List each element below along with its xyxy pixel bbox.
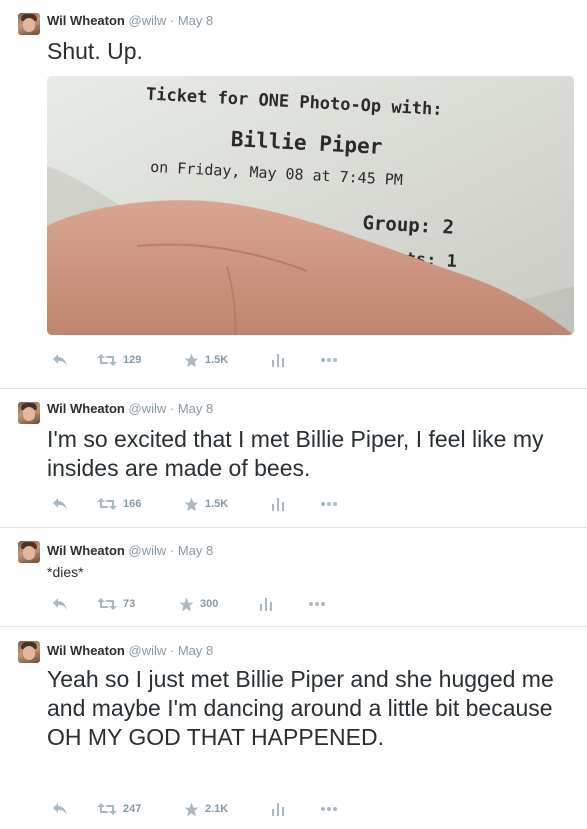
separator: · bbox=[169, 543, 175, 558]
star-icon bbox=[184, 802, 199, 816]
author-name[interactable]: Wil Wheaton bbox=[47, 401, 125, 416]
favorite-button[interactable]: 1.5K bbox=[184, 496, 228, 512]
author-handle[interactable]: @wilw bbox=[129, 401, 167, 416]
avatar[interactable] bbox=[18, 402, 40, 424]
more-button[interactable] bbox=[320, 496, 338, 512]
retweet-count: 73 bbox=[123, 598, 136, 610]
tweet-text: Yeah so I just met Billie Piper and she … bbox=[47, 666, 554, 750]
favorite-count: 1.5K bbox=[205, 498, 229, 510]
tweet-text: Shut. Up. bbox=[47, 38, 143, 64]
star-icon bbox=[179, 597, 194, 611]
more-icon bbox=[309, 602, 325, 606]
reply-icon bbox=[53, 803, 67, 815]
reply-icon bbox=[53, 598, 67, 610]
author-handle[interactable]: @wilw bbox=[129, 13, 167, 28]
tweet: Wil Wheaton @wilw · May 8 Shut. Up. Tick… bbox=[0, 0, 587, 389]
tweet-text: *dies* bbox=[47, 564, 84, 580]
ticket-photo: Ticket for ONE Photo-Op with: Billie Pip… bbox=[47, 76, 574, 335]
avatar[interactable] bbox=[18, 541, 40, 563]
tweet: Wil Wheaton @wilw · May 8 Yeah so I just… bbox=[0, 627, 587, 829]
author-name[interactable]: Wil Wheaton bbox=[47, 543, 125, 558]
retweet-count: 129 bbox=[123, 354, 142, 366]
timestamp[interactable]: May 8 bbox=[178, 401, 213, 416]
analytics-button[interactable] bbox=[272, 496, 284, 512]
timestamp[interactable]: May 8 bbox=[178, 543, 213, 558]
author-handle[interactable]: @wilw bbox=[129, 543, 167, 558]
separator: · bbox=[169, 643, 175, 658]
avatar[interactable] bbox=[18, 641, 40, 663]
favorite-button[interactable]: 2.1K bbox=[184, 801, 228, 817]
reply-button[interactable] bbox=[52, 496, 68, 512]
more-icon bbox=[321, 807, 337, 811]
analytics-icon bbox=[272, 353, 284, 367]
analytics-icon bbox=[260, 597, 272, 611]
reply-icon bbox=[53, 498, 67, 510]
author-name[interactable]: Wil Wheaton bbox=[47, 643, 125, 658]
star-icon bbox=[184, 497, 199, 511]
retweet-icon bbox=[97, 803, 117, 815]
separator: · bbox=[169, 13, 175, 28]
analytics-button[interactable] bbox=[272, 352, 284, 368]
retweet-button[interactable]: 247 bbox=[97, 801, 141, 817]
timestamp[interactable]: May 8 bbox=[178, 13, 213, 28]
analytics-icon bbox=[272, 497, 284, 511]
more-button[interactable] bbox=[320, 801, 338, 817]
analytics-button[interactable] bbox=[272, 801, 284, 817]
retweet-icon bbox=[97, 354, 117, 366]
reply-icon bbox=[53, 354, 67, 366]
favorite-count: 1.5K bbox=[205, 354, 229, 366]
tweet-text: I'm so excited that I met Billie Piper, … bbox=[47, 426, 544, 481]
reply-button[interactable] bbox=[52, 352, 68, 368]
timestamp[interactable]: May 8 bbox=[178, 643, 213, 658]
avatar[interactable] bbox=[18, 13, 40, 35]
retweet-count: 166 bbox=[123, 498, 142, 510]
retweet-button[interactable]: 73 bbox=[97, 596, 135, 612]
reply-button[interactable] bbox=[52, 596, 68, 612]
author-handle[interactable]: @wilw bbox=[129, 643, 167, 658]
retweet-icon bbox=[97, 498, 117, 510]
more-button[interactable] bbox=[320, 352, 338, 368]
separator: · bbox=[169, 401, 175, 416]
more-button[interactable] bbox=[308, 596, 326, 612]
retweet-button[interactable]: 166 bbox=[97, 496, 141, 512]
tweet: Wil Wheaton @wilw · May 8 I'm so excited… bbox=[0, 389, 587, 528]
tweet-header: Wil Wheaton @wilw · May 8 bbox=[47, 13, 213, 29]
reply-button[interactable] bbox=[52, 801, 68, 817]
retweet-button[interactable]: 129 bbox=[97, 352, 141, 368]
more-icon bbox=[321, 358, 337, 362]
tweet-photo[interactable]: Ticket for ONE Photo-Op with: Billie Pip… bbox=[47, 76, 574, 335]
author-name[interactable]: Wil Wheaton bbox=[47, 13, 125, 28]
favorite-count: 300 bbox=[200, 598, 219, 610]
more-icon bbox=[321, 502, 337, 506]
tweet: Wil Wheaton @wilw · May 8 *dies* 73 300 bbox=[0, 528, 587, 627]
analytics-button[interactable] bbox=[260, 596, 272, 612]
retweet-icon bbox=[97, 598, 117, 610]
favorite-button[interactable]: 300 bbox=[179, 596, 218, 612]
retweet-count: 247 bbox=[123, 803, 142, 815]
favorite-count: 2.1K bbox=[205, 803, 229, 815]
tweet-header: Wil Wheaton @wilw · May 8 bbox=[47, 543, 213, 559]
tweet-header: Wil Wheaton @wilw · May 8 bbox=[47, 401, 213, 417]
analytics-icon bbox=[272, 802, 284, 816]
favorite-button[interactable]: 1.5K bbox=[184, 352, 228, 368]
tweet-header: Wil Wheaton @wilw · May 8 bbox=[47, 643, 213, 659]
star-icon bbox=[184, 353, 199, 367]
